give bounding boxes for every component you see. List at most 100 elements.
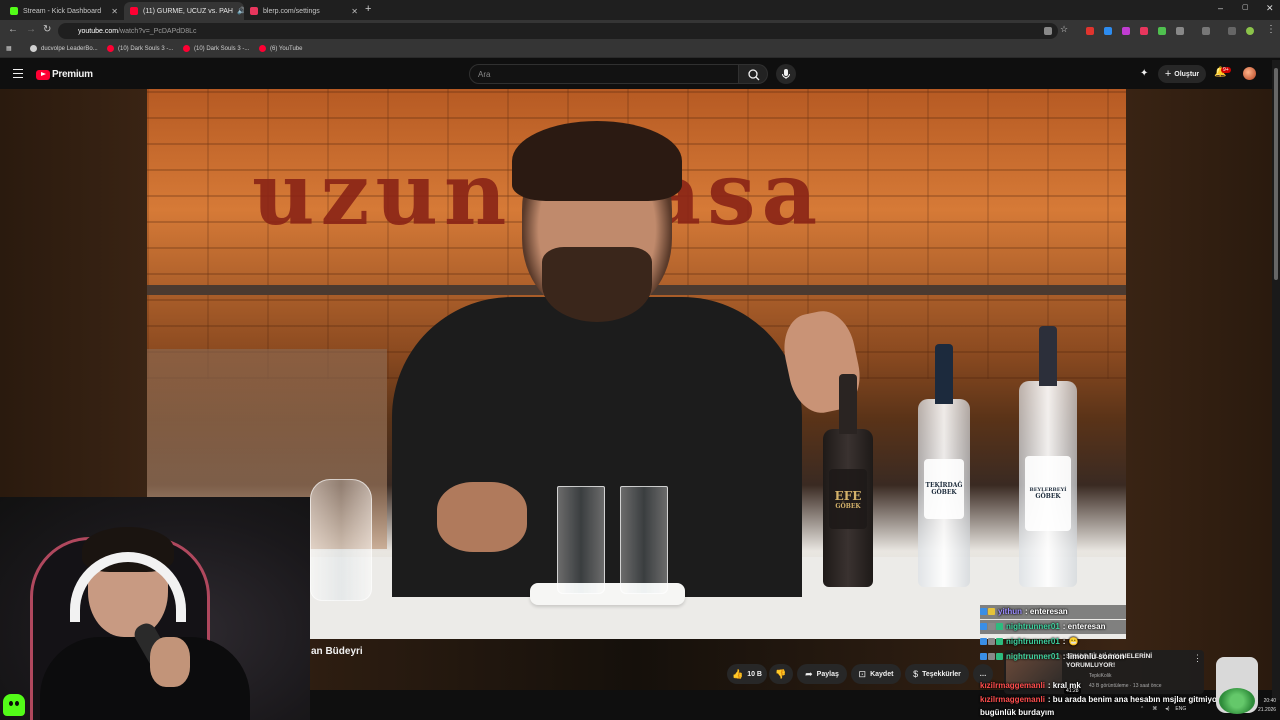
tab-label: (11) GURME, UCUZ vs. PAH	[143, 7, 233, 15]
scrollbar-thumb[interactable]	[1274, 68, 1278, 280]
chat-text: : kral mk	[1047, 681, 1081, 690]
close-window-button[interactable]: ✕	[1266, 3, 1274, 14]
extension-icon[interactable]	[1158, 27, 1166, 35]
chat-username: yithun	[998, 607, 1022, 616]
save-button[interactable]: ⊡ Kaydet	[851, 664, 901, 684]
chat-username: kızilrmaggemanli	[980, 681, 1045, 690]
bottle-type: GÖBEK	[931, 489, 957, 496]
extensions-puzzle-icon[interactable]	[1176, 27, 1184, 35]
extension-icon[interactable]	[1140, 27, 1148, 35]
notification-more-icon[interactable]: ⋮	[1193, 653, 1202, 664]
save-label: Kaydet	[870, 670, 894, 678]
youtube-favicon-icon	[183, 45, 190, 52]
bookmark-item[interactable]: ducvolpe LeaderBo...	[30, 45, 98, 52]
streamer-hand	[150, 637, 190, 687]
voice-search-button[interactable]	[776, 64, 796, 84]
cast-icon[interactable]: ✦	[1140, 68, 1148, 79]
chat-text: bugünlük burdayım	[980, 708, 1055, 717]
video-title: an Büdeyri	[311, 646, 363, 657]
back-icon[interactable]: ←	[8, 24, 18, 35]
thumbs-down-icon: 👎	[775, 668, 787, 679]
minimize-button[interactable]: –	[1218, 3, 1223, 13]
maximize-button[interactable]: ▢	[1242, 3, 1249, 11]
system-tray: ⌃ ⌘ ◂) ENG	[1140, 702, 1272, 716]
url-host: youtube.com	[78, 27, 119, 35]
youtube-favicon-icon	[130, 7, 138, 15]
browser-menu-icon[interactable]: ⋮	[1266, 24, 1276, 35]
tab-kick-dashboard[interactable]: Stream - Kick Dashboard ✕	[4, 2, 124, 20]
thumbs-up-icon: 👍	[731, 668, 744, 679]
search-button[interactable]	[738, 64, 768, 84]
thanks-button[interactable]: $ Teşekkürler	[905, 664, 969, 684]
bookmark-star-icon[interactable]: ☆	[1060, 24, 1068, 34]
url-path: /watch?v=_PcDAPdD8Lc	[118, 27, 197, 35]
bookmark-item[interactable]: (10) Dark Souls 3 -...	[183, 45, 249, 52]
microphone-icon	[782, 69, 790, 79]
tab-label: blerp.com/settings	[263, 7, 320, 15]
forward-icon[interactable]: →	[26, 24, 36, 35]
badge-icon	[988, 623, 995, 630]
system-clock[interactable]: 20:40 21.2026	[1258, 697, 1276, 715]
extension-icon[interactable]	[1086, 27, 1094, 35]
chat-username: kızilrmaggemanli	[980, 695, 1045, 704]
chat-text: : enteresan	[1062, 622, 1106, 631]
new-tab-button[interactable]: +	[365, 3, 371, 15]
kick-mascot-icon	[3, 694, 25, 716]
chat-text: : limonlu somon	[1062, 652, 1125, 661]
search-input[interactable]: Ara	[469, 64, 739, 84]
address-bar[interactable]: youtube.com/watch?v=_PcDAPdD8Lc	[58, 23, 1058, 39]
tab-blerp-settings[interactable]: blerp.com/settings ✕	[244, 2, 364, 20]
chat-message: nightrunner01 : limonlu somon	[980, 650, 1125, 663]
volume-icon[interactable]: ◂)	[1165, 706, 1169, 712]
profile-avatar-icon[interactable]	[1246, 27, 1254, 35]
chat-username: nightrunner01	[1006, 637, 1060, 646]
bottle-label: EFE GÖBEK	[829, 469, 867, 529]
close-tab-icon[interactable]: ✕	[111, 7, 118, 16]
dislike-button[interactable]: 👎	[769, 664, 793, 684]
extension-icon[interactable]	[1122, 27, 1130, 35]
network-icon[interactable]: ⌘	[1152, 706, 1157, 712]
badge-icon	[980, 653, 987, 660]
badge-icon	[988, 638, 995, 645]
downloads-icon[interactable]	[1228, 27, 1236, 35]
badge-icon	[988, 608, 995, 615]
like-button[interactable]: 👍 10 B	[727, 664, 767, 684]
bookmark-label: ducvolpe LeaderBo...	[41, 45, 98, 52]
badge-icon	[996, 638, 1003, 645]
chevron-up-icon[interactable]: ⌃	[1140, 706, 1144, 712]
bookmark-label: (10) Dark Souls 3 -...	[194, 45, 250, 52]
chat-badges	[980, 638, 1004, 645]
chat-text: :	[1062, 637, 1066, 646]
tab-youtube-video[interactable]: (11) GURME, UCUZ vs. PAH 🔊 ✕	[124, 2, 244, 20]
share-label: Paylaş	[816, 670, 839, 678]
notification-count-badge: 9+	[1221, 67, 1231, 73]
reload-icon[interactable]: ↻	[43, 24, 51, 35]
search-icon	[748, 69, 760, 81]
install-app-icon[interactable]	[1044, 27, 1052, 35]
side-panel-icon[interactable]	[1202, 27, 1210, 35]
hamburger-menu-icon[interactable]	[13, 69, 23, 78]
extension-icon[interactable]	[1104, 27, 1112, 35]
chat-badges	[980, 623, 1004, 630]
bottle-tekirdag: TEKİRDAĞ GÖBEK	[918, 344, 970, 587]
language-indicator[interactable]: ENG	[1175, 706, 1186, 712]
share-button[interactable]: ➦ Paylaş	[797, 664, 847, 684]
chat-message: nightrunner01 : 😬	[980, 635, 1078, 648]
badge-icon	[988, 653, 995, 660]
badge-icon	[980, 608, 987, 615]
chat-badges	[980, 608, 996, 615]
close-tab-icon[interactable]: ✕	[351, 7, 358, 16]
water-pitcher	[310, 479, 372, 601]
create-button[interactable]: + Oluştur	[1158, 65, 1206, 83]
badge-icon	[996, 623, 1003, 630]
bottle-neck	[935, 344, 953, 404]
youtube-logo[interactable]: Premium	[36, 69, 93, 80]
bottle-label: TEKİRDAĞ GÖBEK	[924, 459, 964, 519]
bottle-brand: EFE	[834, 488, 862, 503]
speaker-icon[interactable]: 🔊	[237, 7, 244, 15]
avatar[interactable]	[1243, 67, 1256, 80]
bookmark-item[interactable]: (6) YouTube	[259, 45, 302, 52]
notification-channel: TepkiKolik	[1089, 673, 1112, 679]
bookmark-item[interactable]: (10) Dark Souls 3 -...	[107, 45, 173, 52]
apps-grid-icon[interactable]: ▦	[6, 45, 12, 52]
